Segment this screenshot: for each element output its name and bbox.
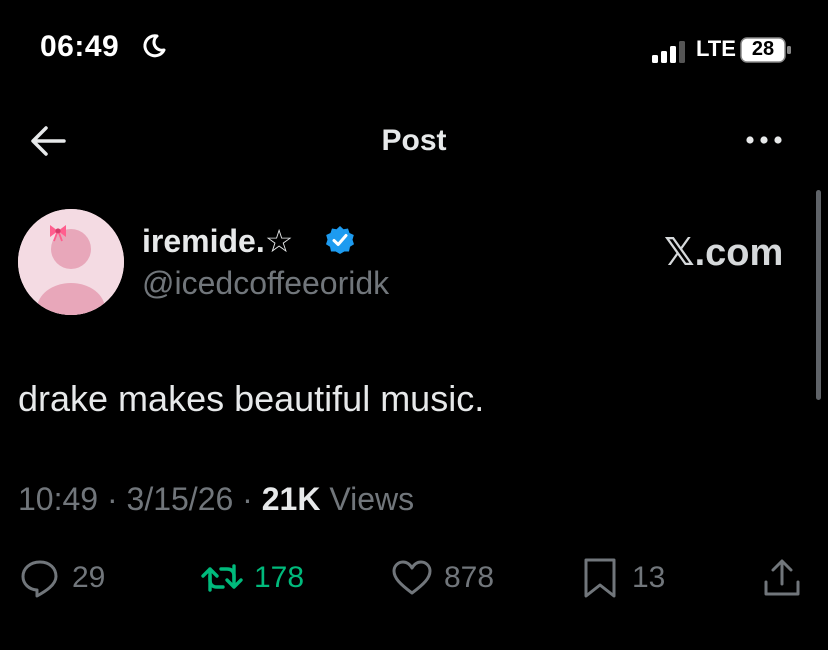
display-name[interactable]: iremide.☆ [142,222,293,260]
signal-icon [652,41,685,63]
status-time: 06:49 [40,30,120,63]
views-label: Views [329,481,415,517]
x-watermark: 𝕏.com [664,232,784,274]
reply-button[interactable]: 29 [18,556,105,600]
battery-level: 28 [751,38,775,60]
share-icon [764,559,800,596]
like-count: 878 [444,561,495,594]
more-icon[interactable] [744,132,784,148]
repost-button[interactable]: 178 [200,556,304,600]
like-icon [392,560,432,595]
meta-separator: · [106,481,118,517]
moon-icon [143,34,166,58]
scrollbar[interactable] [816,190,821,400]
post-meta: 10:49 · 3/15/26 · 21K Views [18,481,414,518]
page-title: Post [381,124,447,157]
bookmark-icon [584,558,616,598]
avatar[interactable] [18,209,124,315]
repost-icon [201,564,243,592]
post-date[interactable]: 3/15/26 [127,481,234,517]
user-handle[interactable]: @icedcoffeeoridk [142,265,389,302]
reply-count: 29 [72,561,106,594]
bookmark-count: 13 [632,561,666,594]
views-count: 21K [261,481,321,517]
share-button[interactable] [760,556,804,600]
meta-separator: · [242,481,253,517]
network-type: LTE [696,36,736,61]
post-text: drake makes beautiful music. [18,378,485,419]
bookmark-button[interactable]: 13 [578,556,665,600]
reply-icon [21,560,58,598]
like-button[interactable]: 878 [390,556,494,600]
repost-count: 178 [254,561,305,594]
verified-icon [326,226,354,254]
avatar-image [18,209,124,315]
post-time[interactable]: 10:49 [18,481,98,517]
